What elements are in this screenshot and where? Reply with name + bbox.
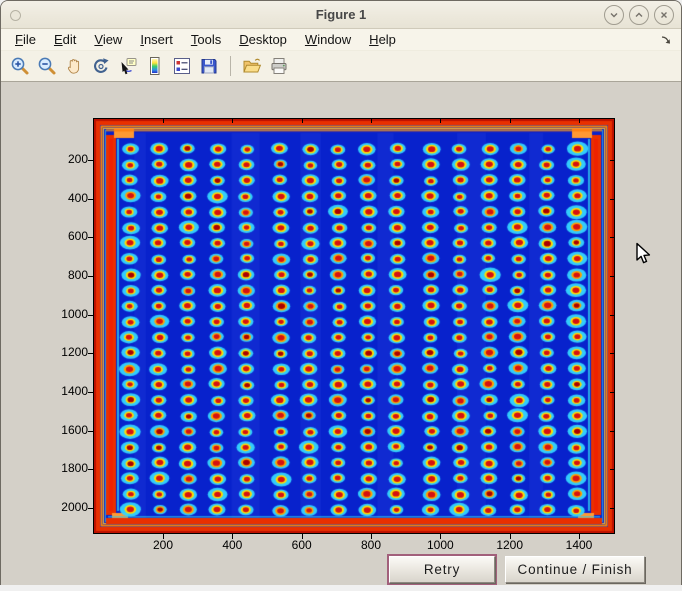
- y-tick-label: 1600: [44, 423, 88, 437]
- x-tick-label: 1200: [488, 538, 532, 552]
- open-button[interactable]: [241, 55, 263, 77]
- mouse-cursor-icon: [635, 242, 652, 272]
- menu-desktop[interactable]: Desktop: [230, 31, 296, 49]
- pan-button[interactable]: [63, 55, 85, 77]
- zoom-in-button[interactable]: [9, 55, 31, 77]
- menu-file[interactable]: File: [6, 31, 45, 49]
- pan-hand-icon: [64, 56, 84, 76]
- minimize-button[interactable]: [604, 5, 624, 25]
- x-tick-mark-top: [371, 119, 372, 123]
- y-tick-mark-right: [610, 431, 614, 432]
- figure-toolbar: [1, 51, 681, 82]
- y-tick-mark: [88, 237, 94, 238]
- y-tick-mark: [88, 508, 94, 509]
- rotate-3d-icon: [91, 56, 111, 76]
- plate-image[interactable]: [94, 119, 614, 533]
- menu-window[interactable]: Window: [296, 31, 360, 49]
- x-tick-mark-top: [302, 119, 303, 123]
- menu-help[interactable]: Help: [360, 31, 405, 49]
- y-tick-mark: [88, 199, 94, 200]
- dialog-button-row: Retry Continue / Finish: [1, 556, 681, 586]
- menu-edit[interactable]: Edit: [45, 31, 85, 49]
- save-icon: [199, 56, 219, 76]
- x-tick-label: 1400: [557, 538, 601, 552]
- window-menu-icon[interactable]: [10, 10, 21, 21]
- y-tick-mark-right: [610, 276, 614, 277]
- open-folder-icon: [242, 56, 262, 76]
- rotate-3d-button[interactable]: [90, 55, 112, 77]
- x-tick-mark-top: [232, 119, 233, 123]
- chevron-down-icon: [609, 10, 619, 20]
- maximize-button[interactable]: [629, 5, 649, 25]
- zoom-in-icon: [10, 56, 30, 76]
- x-tick-label: 1000: [418, 538, 462, 552]
- x-tick-mark-top: [510, 119, 511, 123]
- retry-button[interactable]: Retry: [389, 556, 495, 583]
- save-button[interactable]: [198, 55, 220, 77]
- x-tick-mark-top: [579, 119, 580, 123]
- insert-legend-icon: [172, 56, 192, 76]
- y-tick-mark: [88, 431, 94, 432]
- print-icon: [269, 56, 289, 76]
- y-tick-label: 1400: [44, 384, 88, 398]
- y-tick-label: 400: [44, 191, 88, 205]
- close-button[interactable]: [654, 5, 674, 25]
- desktop-background: [0, 585, 682, 591]
- zoom-out-button[interactable]: [36, 55, 58, 77]
- y-tick-mark-right: [610, 469, 614, 470]
- x-tick-label: 400: [210, 538, 254, 552]
- colorbar-icon: [145, 56, 165, 76]
- data-cursor-button[interactable]: [117, 55, 139, 77]
- x-tick-mark-top: [440, 119, 441, 123]
- data-cursor-icon: [118, 56, 138, 76]
- y-tick-label: 1000: [44, 307, 88, 321]
- y-tick-mark: [88, 392, 94, 393]
- y-tick-label: 200: [44, 152, 88, 166]
- retry-button-focus-ring: Retry: [387, 554, 497, 585]
- y-tick-mark: [88, 315, 94, 316]
- x-tick-mark-top: [163, 119, 164, 123]
- figure-canvas-area: 200 400 600 800 1000 1200 1400 1600 1800 2000 200 4…: [1, 82, 681, 585]
- chevron-up-icon: [634, 10, 644, 20]
- y-tick-mark-right: [610, 237, 614, 238]
- y-tick-label: 1200: [44, 345, 88, 359]
- y-tick-mark-right: [610, 508, 614, 509]
- y-tick-mark-right: [610, 160, 614, 161]
- y-tick-label: 1800: [44, 461, 88, 475]
- menu-view[interactable]: View: [85, 31, 131, 49]
- title-bar[interactable]: Figure 1: [1, 1, 681, 29]
- y-tick-mark-right: [610, 315, 614, 316]
- window-controls: [604, 5, 674, 25]
- menu-tools[interactable]: Tools: [182, 31, 230, 49]
- continue-finish-button[interactable]: Continue / Finish: [505, 556, 645, 583]
- y-tick-label: 600: [44, 229, 88, 243]
- y-tick-mark: [88, 276, 94, 277]
- toolbar-separator: [230, 56, 231, 76]
- zoom-out-icon: [37, 56, 57, 76]
- dock-arrow-icon[interactable]: [660, 34, 672, 46]
- x-tick-label: 600: [280, 538, 324, 552]
- axes[interactable]: 2004006008001000120014001600180020002004…: [93, 118, 615, 534]
- menu-bar: File Edit View Insert Tools Desktop Wind…: [1, 29, 681, 51]
- y-tick-mark: [88, 469, 94, 470]
- y-tick-mark: [88, 353, 94, 354]
- x-tick-label: 200: [141, 538, 185, 552]
- y-tick-label: 2000: [44, 500, 88, 514]
- y-tick-label: 800: [44, 268, 88, 282]
- figure-window: Figure 1 File Edit View Insert Tools Des…: [0, 0, 682, 586]
- y-tick-mark-right: [610, 392, 614, 393]
- y-tick-mark-right: [610, 353, 614, 354]
- colorbar-button[interactable]: [144, 55, 166, 77]
- print-button[interactable]: [268, 55, 290, 77]
- window-title: Figure 1: [1, 1, 681, 28]
- y-tick-mark-right: [610, 199, 614, 200]
- insert-legend-button[interactable]: [171, 55, 193, 77]
- menu-insert[interactable]: Insert: [131, 31, 182, 49]
- close-icon: [659, 10, 669, 20]
- y-tick-mark: [88, 160, 94, 161]
- x-tick-label: 800: [349, 538, 393, 552]
